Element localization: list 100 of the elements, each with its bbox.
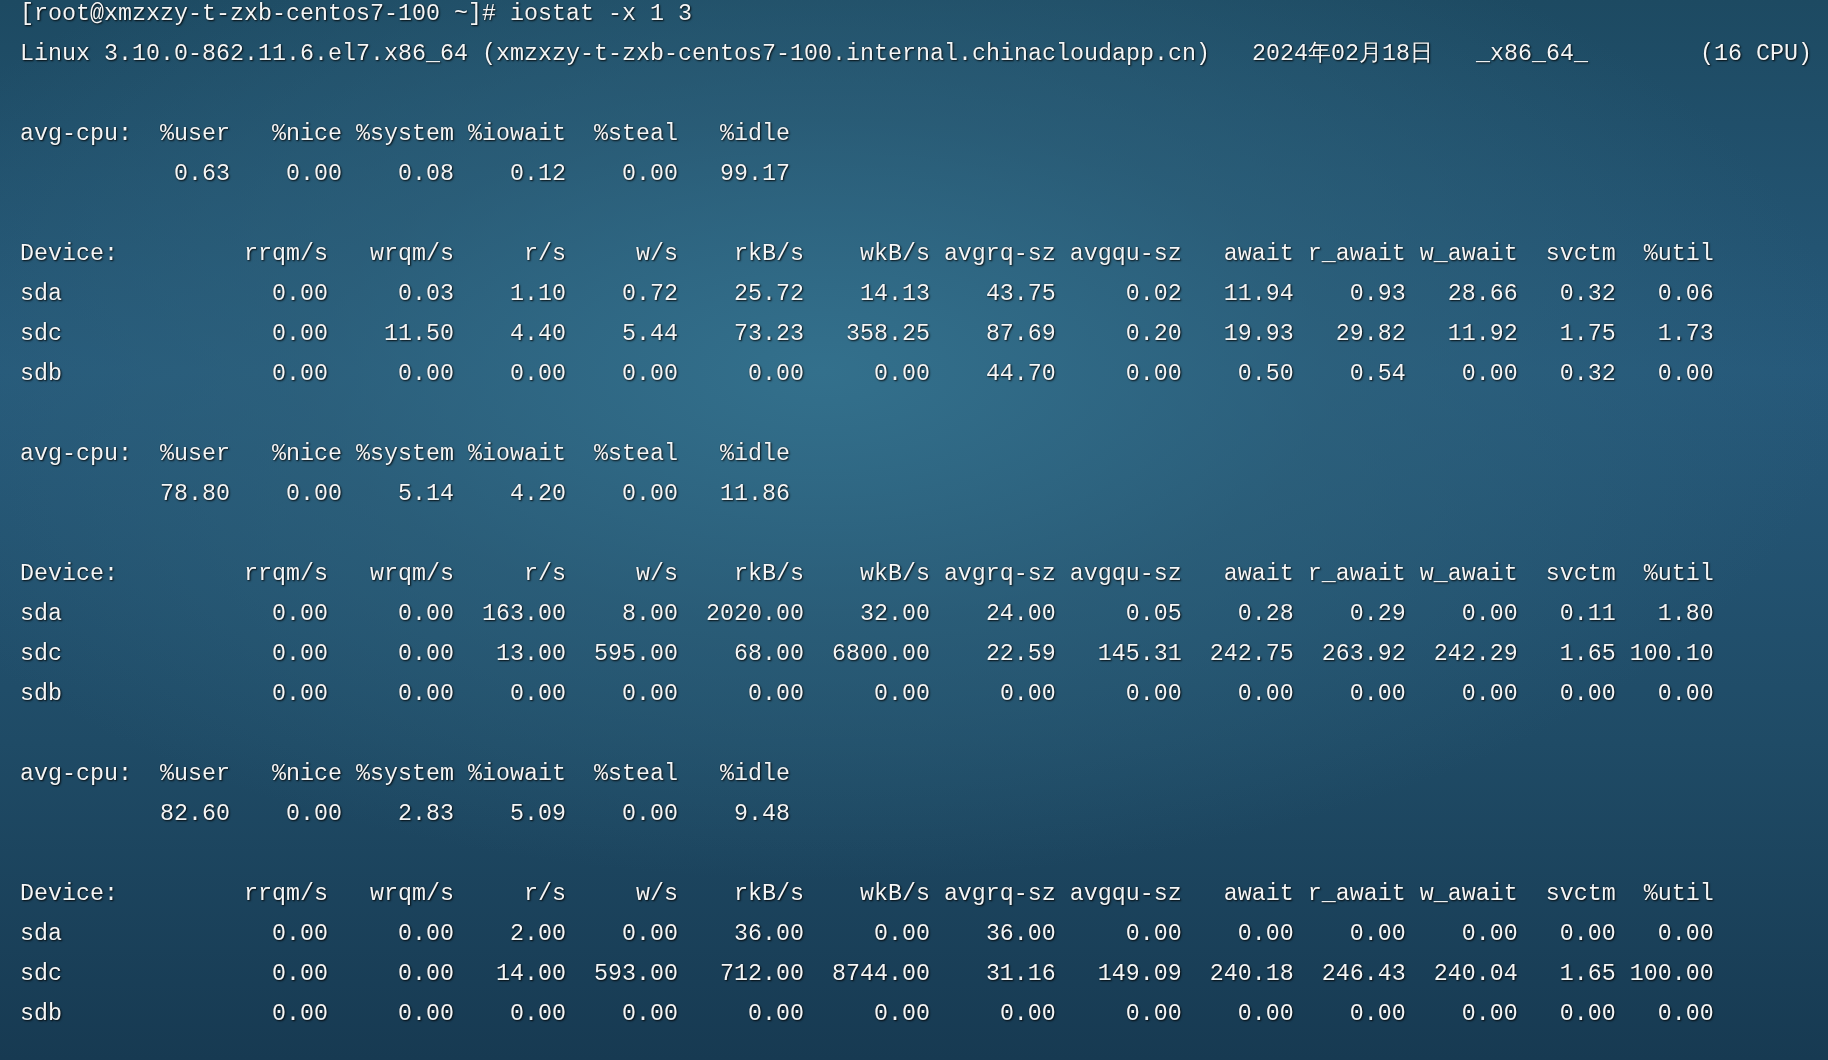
table-cell: 36.00 <box>733 920 804 948</box>
column-header: w_await <box>1419 560 1518 588</box>
table-cell: 149.09 <box>1097 960 1182 988</box>
column-header: %steal <box>593 760 678 788</box>
table-cell: 5.44 <box>621 320 678 348</box>
column-header: wrqm/s <box>369 240 454 268</box>
column-header: r_await <box>1307 880 1406 908</box>
table-cell: 0.00 <box>397 920 454 948</box>
table-cell: 100.00 <box>1629 960 1714 988</box>
table-cell: 11.50 <box>383 320 454 348</box>
device-name: sda <box>20 600 62 628</box>
table-cell: 595.00 <box>593 640 678 668</box>
table-cell: 11.94 <box>1223 280 1294 308</box>
table-cell: 68.00 <box>733 640 804 668</box>
table-cell: 0.00 <box>1657 360 1714 388</box>
table-cell: 0.00 <box>747 680 804 708</box>
column-header: %nice <box>271 760 342 788</box>
table-cell: 0.00 <box>271 1000 328 1028</box>
column-header: wrqm/s <box>369 560 454 588</box>
table-cell: 0.03 <box>397 280 454 308</box>
column-header: %user <box>159 760 230 788</box>
table-cell: 0.11 <box>1559 600 1616 628</box>
table-cell: 43.75 <box>985 280 1056 308</box>
column-header: %iowait <box>467 760 566 788</box>
table-cell: 1.65 <box>1559 640 1616 668</box>
table-cell: 22.59 <box>985 640 1056 668</box>
table-cell: 242.75 <box>1209 640 1294 668</box>
column-header: rkB/s <box>733 560 804 588</box>
column-header: svctm <box>1545 240 1616 268</box>
table-cell: 44.70 <box>985 360 1056 388</box>
column-header: w/s <box>635 560 678 588</box>
table-cell: 0.00 <box>271 640 328 668</box>
column-header: r_await <box>1307 240 1406 268</box>
device-name: sdb <box>20 680 62 708</box>
table-cell: 0.00 <box>509 1000 566 1028</box>
table-cell: 0.00 <box>271 360 328 388</box>
cpu-value: 0.63 <box>173 160 230 188</box>
cpu-value: 0.00 <box>285 160 342 188</box>
column-header: wkB/s <box>859 560 930 588</box>
table-cell: 0.00 <box>271 960 328 988</box>
table-cell: 31.16 <box>985 960 1056 988</box>
cpu-value: 0.00 <box>621 160 678 188</box>
table-cell: 0.00 <box>999 680 1056 708</box>
table-cell: 0.00 <box>621 920 678 948</box>
table-cell: 25.72 <box>733 280 804 308</box>
cpu-value: 0.00 <box>285 800 342 828</box>
cpu-value: 9.48 <box>733 800 790 828</box>
command-text: iostat -x 1 3 <box>509 0 692 28</box>
cpu-value: 2.83 <box>397 800 454 828</box>
table-cell: 240.04 <box>1433 960 1518 988</box>
table-cell: 6800.00 <box>831 640 930 668</box>
column-header: avgrq-sz <box>943 880 1056 908</box>
date-text: 2024年02月18日 <box>1251 40 1433 68</box>
cpu-value: 5.09 <box>509 800 566 828</box>
column-header: rkB/s <box>733 880 804 908</box>
table-cell: 163.00 <box>481 600 566 628</box>
cpu-value: 82.60 <box>159 800 230 828</box>
table-cell: 2020.00 <box>705 600 804 628</box>
column-header: %nice <box>271 440 342 468</box>
column-header: %system <box>355 120 454 148</box>
column-header: %util <box>1643 560 1714 588</box>
column-header: r/s <box>523 240 566 268</box>
arch-text: _x86_64_ <box>1475 40 1588 68</box>
row-label: avg-cpu: <box>20 440 132 468</box>
table-cell: 0.00 <box>509 680 566 708</box>
column-header: w_await <box>1419 240 1518 268</box>
device-name: sda <box>20 280 62 308</box>
column-header: %idle <box>719 440 790 468</box>
column-header: svctm <box>1545 560 1616 588</box>
table-cell: 2.00 <box>509 920 566 948</box>
table-cell: 0.00 <box>509 360 566 388</box>
table-cell: 0.00 <box>397 1000 454 1028</box>
table-cell: 0.00 <box>621 680 678 708</box>
table-cell: 28.66 <box>1447 280 1518 308</box>
table-cell: 0.00 <box>873 680 930 708</box>
table-cell: 0.00 <box>271 600 328 628</box>
table-header-label: Device: <box>20 560 118 588</box>
kernel-info-text: Linux 3.10.0-862.11.6.el7.x86_64 (xmzxzy-t-zxb-centos7-100.internal.chinacloudapp.cn) <box>20 40 1210 68</box>
device-name: sdb <box>20 1000 62 1028</box>
device-name: sdc <box>20 960 62 988</box>
table-cell: 263.92 <box>1321 640 1406 668</box>
column-header: await <box>1223 880 1294 908</box>
table-cell: 0.32 <box>1559 280 1616 308</box>
table-cell: 0.00 <box>1461 600 1518 628</box>
table-cell: 0.00 <box>1559 1000 1616 1028</box>
column-header: %util <box>1643 240 1714 268</box>
table-cell: 0.00 <box>1237 680 1294 708</box>
cpu-value: 78.80 <box>159 480 230 508</box>
table-cell: 29.82 <box>1335 320 1406 348</box>
table-cell: 36.00 <box>985 920 1056 948</box>
table-cell: 8.00 <box>621 600 678 628</box>
table-cell: 0.00 <box>1349 680 1406 708</box>
column-header: %nice <box>271 120 342 148</box>
table-cell: 0.00 <box>1237 1000 1294 1028</box>
device-name: sdc <box>20 320 62 348</box>
row-label: avg-cpu: <box>20 760 132 788</box>
table-header-label: Device: <box>20 880 118 908</box>
table-cell: 14.13 <box>859 280 930 308</box>
table-cell: 0.00 <box>873 1000 930 1028</box>
table-cell: 0.32 <box>1559 360 1616 388</box>
